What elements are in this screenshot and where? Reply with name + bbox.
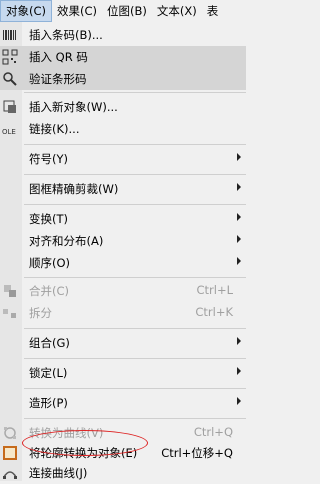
menu-item-label: 变换(T) <box>29 212 68 226</box>
menu-item-combine[interactable]: 合并(C) Ctrl+L <box>0 280 246 302</box>
separator <box>24 328 246 329</box>
separator <box>24 144 246 145</box>
menu-item-insert-qr[interactable]: 插入 QR 码 <box>0 46 246 68</box>
menu-item-label: 转换为曲线(V) <box>29 426 104 440</box>
menu-item-align-distribute[interactable]: 对齐和分布(A) <box>0 230 246 252</box>
menu-item-label: 图框精确剪裁(W) <box>29 182 119 196</box>
menu-item-label: 验证条形码 <box>29 72 87 86</box>
menu-item-break-apart[interactable]: 拆分 Ctrl+K <box>0 302 246 324</box>
menu-item-insert-new-object[interactable]: 插入新对象(W)... <box>0 96 246 118</box>
menu-item-label: 链接(K)... <box>29 122 80 136</box>
separator <box>24 358 246 359</box>
menu-item-symbol[interactable]: 符号(Y) <box>0 148 246 170</box>
submenu-arrow-icon <box>237 337 241 345</box>
separator <box>24 204 246 205</box>
shortcut-label: Ctrl+K <box>195 305 233 319</box>
menu-table[interactable]: 表 <box>202 0 224 22</box>
submenu-arrow-icon <box>237 213 241 221</box>
menu-item-label: 合并(C) <box>29 284 70 298</box>
connect-curves-icon <box>3 471 17 479</box>
menu-item-label: 插入条码(B)... <box>29 28 103 42</box>
convert-to-curves-icon <box>4 427 16 439</box>
menu-item-group[interactable]: 组合(G) <box>0 332 246 354</box>
menu-item-label: 拆分 <box>29 306 52 320</box>
combine-icon <box>4 285 16 297</box>
shortcut-label: Ctrl+位移+Q <box>161 446 233 460</box>
qr-code-icon <box>2 49 18 65</box>
menu-item-label: 符号(Y) <box>29 152 68 166</box>
menu-item-convert-to-curves[interactable]: 转换为曲线(V) Ctrl+Q <box>0 422 246 444</box>
menu-item-label: 插入新对象(W)... <box>29 100 118 114</box>
ole-icon: OLE <box>2 128 16 136</box>
separator <box>24 418 246 419</box>
menu-item-verify-barcode[interactable]: 验证条形码 <box>0 68 246 90</box>
separator <box>24 174 246 175</box>
separator <box>24 92 246 93</box>
menu-item-label: 对齐和分布(A) <box>29 234 104 248</box>
menu-item-powerclip[interactable]: 图框精确剪裁(W) <box>0 178 246 200</box>
menu-item-lock[interactable]: 锁定(L) <box>0 362 246 384</box>
submenu-arrow-icon <box>237 183 241 191</box>
menu-bitmaps[interactable]: 位图(B) <box>102 0 152 22</box>
insert-object-icon <box>3 100 16 113</box>
menu-item-outline-to-object[interactable]: 将轮廓转换为对象(E) Ctrl+位移+Q <box>0 442 246 464</box>
menu-item-label: 锁定(L) <box>29 366 68 380</box>
menu-item-label: 连接曲线(J) <box>29 466 88 480</box>
menu-item-order[interactable]: 顺序(O) <box>0 252 246 274</box>
object-dropdown-menu: 插入条码(B)... 插入 QR 码 验证条形码 插入新对象(W)... OLE… <box>0 22 246 481</box>
menu-item-label: 将轮廓转换为对象(E) <box>29 446 138 460</box>
menu-item-label: 造形(P) <box>29 396 68 410</box>
menu-bar: 对象(C) 效果(C) 位图(B) 文本(X) 表 <box>0 0 246 22</box>
separator <box>24 277 246 278</box>
break-apart-icon <box>3 309 16 318</box>
menu-item-link[interactable]: OLE 链接(K)... <box>0 118 246 140</box>
menu-item-transform[interactable]: 变换(T) <box>0 208 246 230</box>
menu-item-shaping[interactable]: 造形(P) <box>0 392 246 414</box>
menu-text[interactable]: 文本(X) <box>152 0 202 22</box>
menu-effects[interactable]: 效果(C) <box>52 0 102 22</box>
menu-object[interactable]: 对象(C) <box>0 0 53 22</box>
outline-to-object-icon <box>3 446 17 460</box>
shortcut-label: Ctrl+Q <box>193 425 233 439</box>
submenu-arrow-icon <box>237 397 241 405</box>
menu-item-insert-barcode[interactable]: 插入条码(B)... <box>0 24 246 46</box>
menu-item-label: 插入 QR 码 <box>29 50 88 64</box>
separator <box>24 388 246 389</box>
menu-item-label: 组合(G) <box>29 336 70 350</box>
submenu-arrow-icon <box>237 367 241 375</box>
magnifier-icon <box>3 72 17 86</box>
submenu-arrow-icon <box>237 235 241 243</box>
barcode-icon <box>3 30 16 40</box>
svg-text:OLE: OLE <box>2 128 16 136</box>
submenu-arrow-icon <box>237 153 241 161</box>
submenu-arrow-icon <box>237 257 241 265</box>
menu-item-label: 顺序(O) <box>29 256 71 270</box>
shortcut-label: Ctrl+L <box>196 283 233 297</box>
